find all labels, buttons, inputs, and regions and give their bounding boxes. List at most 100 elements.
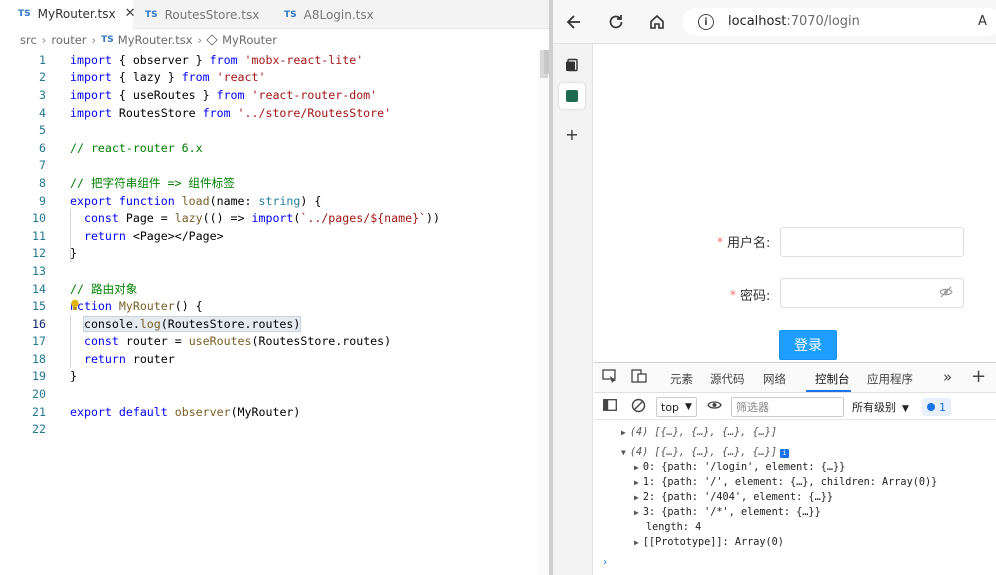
code-line[interactable]: 21 export default observer(MyRouter)	[0, 403, 549, 421]
tab-elements[interactable]: 元素	[670, 371, 693, 387]
breadcrumb: src › router › TS MyRouter.tsx › MyRoute…	[20, 31, 277, 49]
code-line[interactable]: 22	[0, 420, 549, 438]
code-text[interactable]: }	[70, 369, 77, 383]
typescript-icon: TS	[284, 9, 297, 20]
code-line[interactable]: 5	[0, 121, 549, 139]
login-button[interactable]: 登录	[779, 330, 837, 360]
breadcrumb-file[interactable]: MyRouter.tsx	[118, 33, 193, 47]
message-icon	[927, 403, 935, 411]
toggle-sidebar-icon[interactable]	[603, 399, 617, 415]
reader-mode-icon[interactable]: A	[978, 14, 987, 29]
code-line[interactable]: 4 import RoutesStore from '../store/Route…	[0, 104, 549, 122]
eye-slash-icon[interactable]	[939, 286, 953, 302]
more-tabs-chevron-icon[interactable]: »	[943, 368, 952, 386]
line-number: 5	[39, 123, 46, 138]
browser-toolbar: i localhost:7070/login A	[553, 0, 996, 44]
code-line[interactable]: 17 const router = useRoutes(RoutesStore.…	[0, 332, 549, 351]
code-line[interactable]: 18 return router	[0, 350, 549, 368]
array-item-3[interactable]: ▶ 3: {path: '/*', element: {…}}	[634, 505, 821, 520]
username-input[interactable]	[780, 227, 964, 257]
console-output[interactable]: ▶ (4) [{…}, {…}, {…}, {…}] ▼ (4) [{…}, {…}…	[594, 421, 996, 575]
code-line[interactable]: 6 // react-router 6.x	[0, 139, 549, 157]
code-text[interactable]: export function load(name: string) {	[70, 194, 321, 208]
breadcrumb-src[interactable]: src	[20, 33, 37, 47]
tab-network[interactable]: 网络	[763, 371, 786, 387]
address-bar[interactable]: i localhost:7070/login A	[682, 8, 996, 36]
tab-actions-icon[interactable]	[559, 52, 585, 78]
code-line[interactable]: 13	[0, 262, 549, 280]
array-item-1[interactable]: ▶ 1: {path: '/', element: {…}, children: …	[634, 475, 937, 490]
code-line[interactable]: 20	[0, 385, 549, 403]
tab-console[interactable]: 控制台	[815, 371, 850, 387]
issues-badge[interactable]: 1	[922, 398, 951, 416]
tab-a8login[interactable]: TS A8Login.tsx	[268, 0, 388, 29]
code-text[interactable]: export default observer(MyRouter)	[70, 405, 300, 419]
console-filter-input[interactable]: 筛选器	[731, 397, 844, 417]
code-text[interactable]: nction MyRouter() {	[70, 299, 203, 313]
back-arrow-icon[interactable]	[564, 12, 584, 32]
editor-scrollbar[interactable]	[538, 50, 549, 575]
breadcrumb-router[interactable]: router	[51, 33, 86, 47]
code-line[interactable]: 8 // 把字符串组件 => 组件标签	[0, 174, 549, 192]
code-line[interactable]: 11 return <Page></Page>	[0, 226, 549, 245]
new-tab-plus-icon[interactable]: +	[559, 121, 585, 147]
code-line[interactable]: 7	[0, 157, 549, 175]
code-line[interactable]: 16 console.log(RoutesStore.routes)	[0, 314, 549, 333]
code-line[interactable]: 9 export function load(name: string) {	[0, 192, 549, 210]
tab-routesstore[interactable]: TS RoutesStore.tsx	[133, 0, 268, 29]
url-text[interactable]: localhost:7070/login	[728, 14, 860, 29]
code-line[interactable]: 3 import { useRoutes } from 'react-router…	[0, 86, 549, 104]
tab-application[interactable]: 应用程序	[867, 371, 913, 387]
code-line[interactable]: 1 import { observer } from 'mobx-react-li…	[0, 51, 549, 69]
device-toolbar-icon[interactable]	[631, 369, 647, 387]
code-text[interactable]: // react-router 6.x	[70, 141, 203, 155]
tab-myrouter[interactable]: TS MyRouter.tsx ✕	[0, 0, 136, 29]
breadcrumb-symbol[interactable]: MyRouter	[222, 33, 277, 47]
log-levels-select[interactable]: 所有级别 ▼	[852, 399, 909, 415]
reload-icon[interactable]	[606, 12, 626, 32]
console-toolbar: top ▼ 筛选器 所有级别 ▼ 1	[594, 394, 996, 420]
lightbulb-icon[interactable]	[70, 299, 80, 311]
add-panel-plus-icon[interactable]: +	[971, 366, 986, 387]
code-text[interactable]: // 把字符串组件 => 组件标签	[70, 175, 235, 191]
code-line[interactable]: 19}	[0, 368, 549, 386]
console-entry-expanded[interactable]: ▼ (4) [{…}, {…}, {…}, {…}] i	[621, 445, 790, 460]
array-prototype[interactable]: ▶ [[Prototype]]: Array(0)	[634, 535, 784, 550]
code-line[interactable]: 2 import { lazy } from 'react'	[0, 69, 549, 87]
code-editor[interactable]: TS MyRouter.tsx ✕ TS RoutesStore.tsx TS …	[0, 0, 549, 575]
code-text[interactable]: const Page = lazy(() => import(`../pages…	[70, 211, 440, 225]
code-area[interactable]: 1 import { observer } from 'mobx-react-li…	[0, 51, 549, 438]
array-item-2[interactable]: ▶ 2: {path: '/404', element: {…}}	[634, 490, 833, 505]
code-text[interactable]: return router	[70, 352, 175, 366]
terminal-tab-icon[interactable]	[559, 83, 585, 109]
console-prompt[interactable]: ›	[602, 557, 608, 568]
tab-sources[interactable]: 源代码	[710, 371, 745, 387]
inspect-element-icon[interactable]	[602, 369, 618, 387]
site-info-icon[interactable]: i	[698, 14, 714, 30]
line-number: 2	[39, 70, 46, 85]
code-text[interactable]: import { observer } from 'mobx-react-lit…	[70, 53, 363, 67]
home-icon[interactable]	[647, 12, 667, 32]
username-row: * 用户名:	[717, 232, 771, 252]
username-label: 用户名:	[727, 236, 771, 251]
code-text[interactable]: import RoutesStore from '../store/Routes…	[70, 106, 391, 120]
password-input[interactable]	[780, 278, 964, 308]
code-text[interactable]: // 路由对象	[70, 281, 137, 297]
line-number: 22	[32, 422, 46, 437]
live-expression-eye-icon[interactable]	[707, 399, 722, 415]
code-text[interactable]: }	[70, 246, 77, 260]
code-line[interactable]: 15 nction MyRouter() {	[0, 297, 549, 315]
console-entry-collapsed[interactable]: ▶ (4) [{…}, {…}, {…}, {…}]	[621, 425, 777, 440]
array-item-0[interactable]: ▶ 0: {path: '/login', element: {…}}	[634, 460, 845, 475]
code-text[interactable]: import { lazy } from 'react'	[70, 70, 265, 84]
line-number: 7	[39, 158, 46, 173]
code-text[interactable]: console.log(RoutesStore.routes)	[70, 315, 302, 332]
code-text[interactable]: const router = useRoutes(RoutesStore.rou…	[70, 334, 391, 348]
code-text[interactable]: import { useRoutes } from 'react-router-…	[70, 88, 377, 102]
code-line[interactable]: 10 const Page = lazy(() => import(`../pa…	[0, 209, 549, 227]
code-line[interactable]: 12}	[0, 244, 549, 263]
clear-console-icon[interactable]	[631, 398, 646, 417]
code-text[interactable]: return <Page></Page>	[70, 229, 224, 243]
context-select[interactable]: top ▼	[656, 397, 697, 417]
code-line[interactable]: 14 // 路由对象	[0, 280, 549, 298]
